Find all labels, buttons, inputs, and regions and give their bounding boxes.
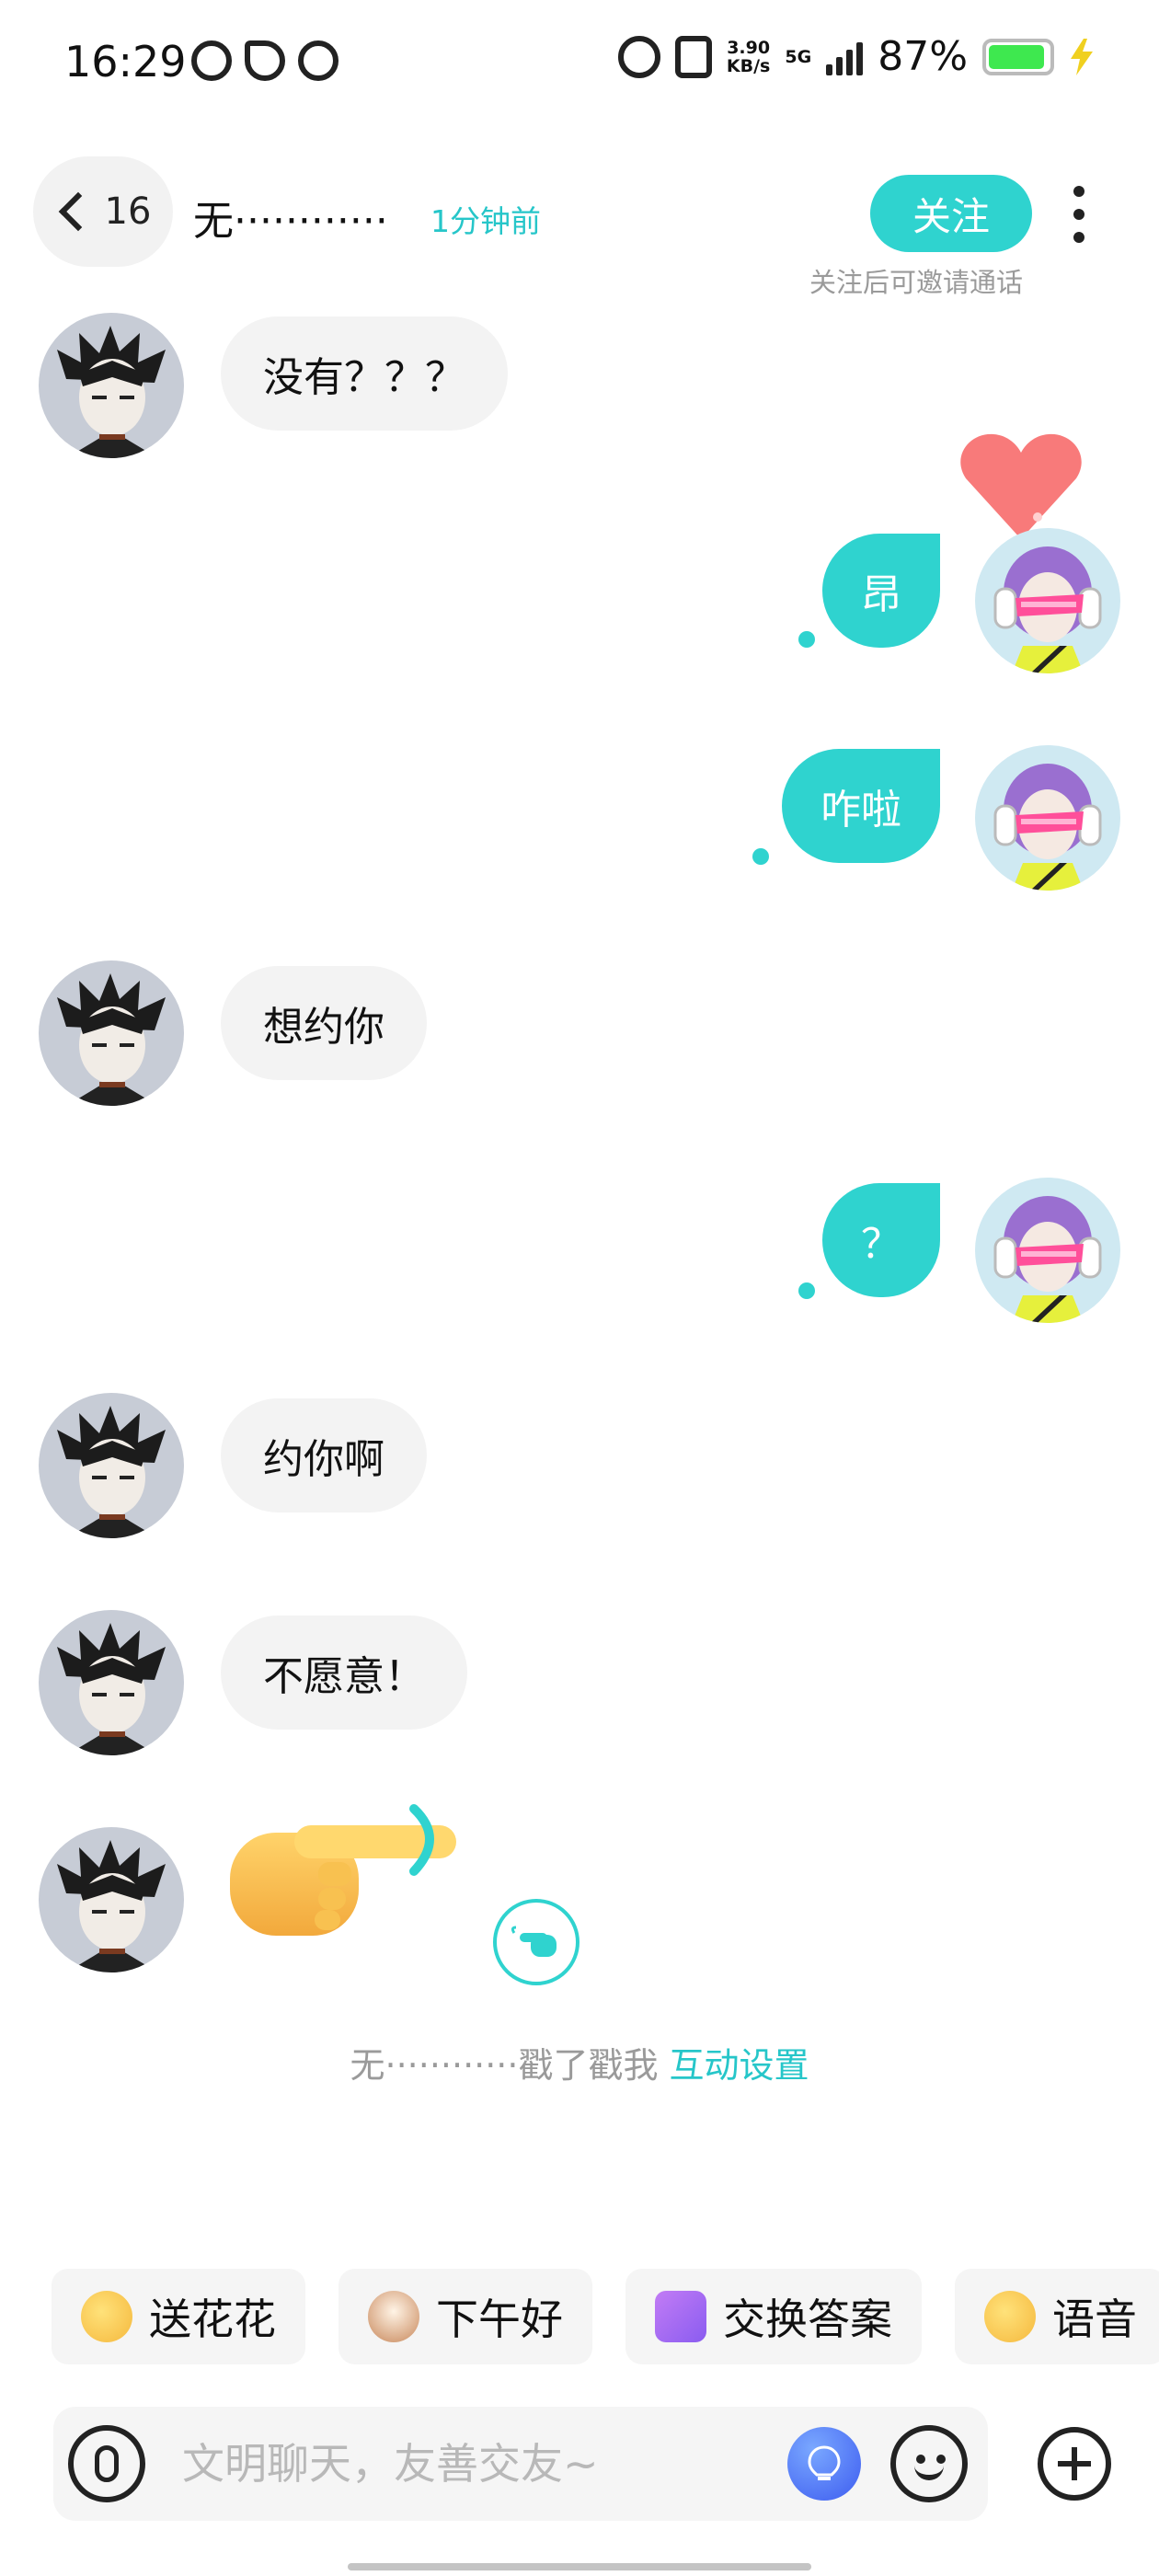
- ai-bulb-icon: [808, 2445, 841, 2480]
- avatar-image: [39, 960, 184, 1106]
- avatar-image: [975, 745, 1120, 891]
- message-bubble-outgoing[interactable]: ？: [822, 1183, 940, 1297]
- peer-name[interactable]: 无············: [193, 188, 388, 247]
- self-avatar[interactable]: [975, 528, 1120, 673]
- avatar-image: [975, 528, 1120, 673]
- charging-bolt-icon: [1071, 38, 1093, 75]
- avatar-image: [39, 1827, 184, 1972]
- self-avatar[interactable]: [975, 1178, 1120, 1323]
- voice-input-button[interactable]: [68, 2425, 145, 2502]
- interaction-settings-link[interactable]: 互动设置: [669, 2045, 809, 2086]
- peer-avatar[interactable]: [39, 1827, 184, 1972]
- poke-motion-icon: [409, 1804, 434, 1876]
- follow-button[interactable]: 关注: [870, 175, 1032, 252]
- sent-dot-icon: [752, 848, 769, 865]
- peer-avatar[interactable]: [39, 1393, 184, 1538]
- message-input[interactable]: [182, 2427, 808, 2501]
- home-indicator[interactable]: [348, 2563, 811, 2570]
- weibo-notification-icon: [191, 40, 232, 81]
- tiktok-icon: [245, 40, 285, 81]
- self-avatar[interactable]: [975, 745, 1120, 891]
- quick-reply-label: 语音: [1052, 2294, 1137, 2344]
- battery-percent: 87%: [878, 33, 968, 80]
- weibo-icon: [298, 40, 339, 81]
- status-app-icons: [191, 40, 339, 81]
- vibrate-icon: [674, 35, 712, 78]
- quick-reply-good-afternoon[interactable]: 下午好: [339, 2269, 592, 2364]
- more-icon[interactable]: [1070, 186, 1088, 243]
- status-bar: 16:29 3.90 KB/s 5G 87%: [0, 0, 1159, 129]
- quick-reply-label: 交换答案: [723, 2294, 892, 2344]
- message-composer: [53, 2407, 988, 2521]
- avatar-image: [39, 1393, 184, 1538]
- quick-reply-bar: 送花花 下午好 交换答案 语音: [52, 2269, 1159, 2364]
- message-bubble-incoming[interactable]: 想约你: [221, 966, 427, 1080]
- add-attachment-button[interactable]: [1038, 2427, 1111, 2501]
- sent-dot-icon: [798, 631, 815, 648]
- quick-reply-send-flowers[interactable]: 送花花: [52, 2269, 305, 2364]
- network-speed-unit: KB/s: [726, 55, 771, 76]
- avatar-image: [39, 313, 184, 458]
- poke-notice: 无············戳了戳我 互动设置: [0, 2037, 1159, 2087]
- chevron-left-icon: [58, 191, 98, 232]
- quick-reply-exchange-answers[interactable]: 交换答案: [625, 2269, 922, 2364]
- network-speed: 3.90 KB/s: [727, 39, 770, 75]
- pointing-hand-icon: [511, 1926, 557, 1957]
- battery-icon: [982, 38, 1054, 75]
- signal-icon: [826, 39, 864, 75]
- status-indicators: 3.90 KB/s 5G 87%: [617, 33, 1095, 80]
- alarm-icon: [617, 35, 660, 78]
- message-bubble-incoming[interactable]: 没有？？？: [221, 316, 508, 431]
- sent-dot-icon: [798, 1282, 815, 1299]
- back-button[interactable]: 16: [33, 156, 173, 267]
- voice-emoji-icon: [984, 2291, 1036, 2342]
- avatar-image: [39, 1610, 184, 1755]
- emoji-button[interactable]: [890, 2425, 968, 2502]
- quick-reply-voice[interactable]: 语音: [955, 2269, 1159, 2364]
- exchange-icon: [655, 2291, 706, 2342]
- quick-reply-label: 下午好: [436, 2294, 563, 2344]
- status-time: 16:29: [64, 37, 187, 86]
- poke-notice-text: 无············戳了戳我: [350, 2045, 659, 2086]
- coffee-icon: [368, 2291, 419, 2342]
- network-type: 5G: [785, 46, 812, 67]
- quick-reply-label: 送花花: [149, 2294, 276, 2344]
- unread-count: 16: [104, 190, 152, 233]
- flower-emoji-icon: [81, 2291, 132, 2342]
- last-seen: 1分钟前: [430, 203, 541, 239]
- ai-assistant-button[interactable]: [787, 2427, 861, 2501]
- chat-header: 16 无············ 1分钟前 关注 关注后可邀请通话: [0, 147, 1159, 298]
- follow-hint: 关注后可邀请通话: [809, 267, 1024, 298]
- message-bubble-outgoing[interactable]: 咋啦: [782, 749, 940, 863]
- message-bubble-outgoing[interactable]: 昂: [822, 534, 940, 648]
- message-bubble-incoming[interactable]: 约你啊: [221, 1398, 427, 1512]
- message-bubble-incoming[interactable]: 不愿意！: [221, 1616, 467, 1730]
- avatar-image: [975, 1178, 1120, 1323]
- peer-avatar[interactable]: [39, 960, 184, 1106]
- heart-sticker-icon: [960, 433, 1082, 539]
- peer-avatar[interactable]: [39, 313, 184, 458]
- network-speed-value: 3.90: [727, 37, 771, 58]
- microphone-icon: [95, 2445, 119, 2482]
- poke-back-button[interactable]: [493, 1899, 580, 1985]
- peer-avatar[interactable]: [39, 1610, 184, 1755]
